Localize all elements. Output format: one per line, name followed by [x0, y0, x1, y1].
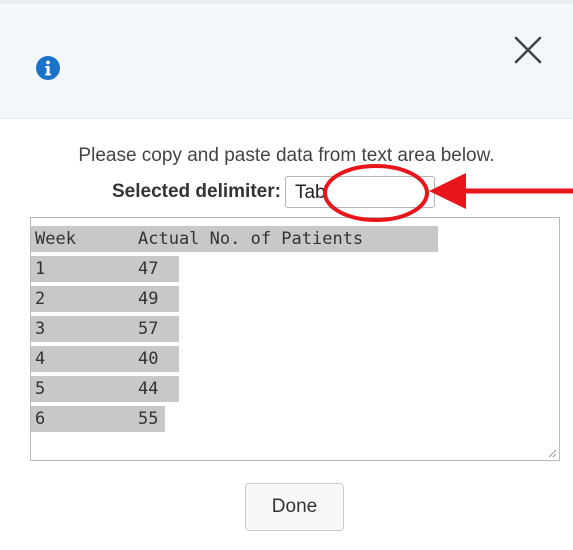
- table-row: 3 57: [31, 316, 179, 342]
- column-header-patients: Actual No. of Patients: [138, 229, 364, 249]
- paste-data-dialog: Please copy and paste data from text are…: [0, 0, 573, 550]
- patients-cell: 57: [138, 319, 159, 339]
- patients-cell: 49: [138, 289, 159, 309]
- resize-grip-icon[interactable]: [547, 448, 557, 458]
- dialog-header: [0, 0, 573, 119]
- week-cell: 2: [35, 289, 46, 309]
- patients-cell: 47: [138, 259, 159, 279]
- delimiter-select[interactable]: Tab: [284, 176, 435, 208]
- instructions-text: Please copy and paste data from text are…: [78, 145, 495, 166]
- table-row: 6 55: [31, 406, 165, 432]
- table-row: 1 47: [31, 256, 179, 282]
- table-row: 5 44: [31, 376, 179, 402]
- week-cell: 1: [35, 259, 46, 279]
- delimiter-selected-value: Tab: [294, 182, 326, 203]
- week-cell: 4: [35, 349, 46, 369]
- table-header-row: Week Actual No. of Patients: [31, 226, 438, 252]
- close-x-icon[interactable]: [508, 30, 548, 70]
- week-cell: 6: [35, 409, 46, 429]
- done-button[interactable]: Done: [245, 483, 344, 531]
- patients-cell: 40: [138, 349, 159, 369]
- delimiter-label: Selected delimiter:: [112, 181, 281, 202]
- header-divider: [0, 0, 573, 4]
- patients-cell: 55: [138, 409, 159, 429]
- info-circle-icon: [36, 56, 60, 80]
- delimiter-row: Selected delimiter: Tab: [112, 173, 435, 211]
- week-cell: 5: [35, 379, 46, 399]
- patients-cell: 44: [138, 379, 159, 399]
- week-cell: 3: [35, 319, 46, 339]
- data-textarea[interactable]: Week Actual No. of Patients 1 47 2 49 3 …: [30, 217, 560, 461]
- table-row: 2 49: [31, 286, 179, 312]
- column-header-week: Week: [35, 229, 76, 249]
- table-row: 4 40: [31, 346, 179, 372]
